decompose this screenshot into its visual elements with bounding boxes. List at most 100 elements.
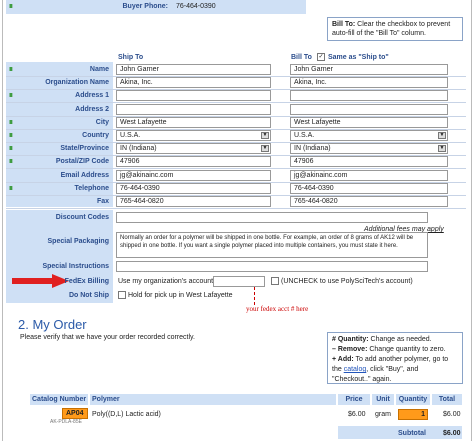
ship-fax-input[interactable]: 765-464-0820: [116, 196, 271, 207]
col-total: Total: [432, 394, 462, 405]
field-value: 76-464-0390: [120, 184, 160, 192]
field-label: Address 2: [75, 105, 109, 113]
field-label: City: [95, 118, 109, 126]
catalog-link[interactable]: catalog: [344, 366, 367, 373]
do-not-ship-label: Do Not Ship: [68, 292, 109, 299]
col-quantity: Quantity: [396, 394, 430, 405]
instructions-label: Special Instructions: [42, 263, 109, 270]
catalog-subcode: AK-PDLA-85E: [50, 419, 82, 425]
ship-country-select[interactable]: U.S.A. ▼: [116, 130, 271, 141]
same-as-ship-label: Same as "Ship to": [328, 54, 389, 61]
annotation-line: [254, 287, 255, 305]
help-add: + Add: To add another polymer, go to the…: [332, 356, 449, 383]
drag-handle-icon: ııı: [9, 132, 13, 139]
field-label: Telephone: [74, 184, 109, 192]
field-value: John Garner: [120, 66, 159, 73]
field-value: Akina, Inc.: [294, 79, 327, 87]
help-remove: – Remove: Change quantity to zero.: [332, 346, 446, 353]
ship-name-input[interactable]: John Garner: [116, 64, 271, 75]
field-value: 765-464-0820: [294, 198, 338, 205]
help-quantity: # Quantity: Change as needed.: [332, 336, 432, 343]
fedex-account-input[interactable]: [213, 276, 265, 287]
field-value: 47906: [294, 158, 314, 166]
row-unit: gram: [375, 411, 391, 418]
field-value: 76-464-0390: [294, 184, 334, 192]
fedex-uncheck-text: (UNCHECK to use PolySciTech's account): [281, 278, 413, 285]
col-price: Price: [338, 394, 370, 405]
field-label: Address 1: [75, 92, 109, 100]
polymer-name: Poly((D,L) Lactic acid): [92, 411, 161, 418]
field-label: Organization Name: [45, 79, 109, 87]
discount-input[interactable]: [116, 212, 428, 223]
col-polymer: Polymer: [90, 394, 336, 405]
field-label: Postal/ZIP Code: [55, 158, 109, 166]
ship-email-address-input[interactable]: jg@akinainc.com: [116, 169, 271, 181]
field-value: 765-464-0820: [120, 198, 164, 205]
field-value: U.S.A.: [120, 132, 141, 139]
ship-organization-name-input[interactable]: Akina, Inc.: [116, 77, 271, 89]
bill-organization-name-input[interactable]: Akina, Inc.: [290, 77, 448, 89]
fedex-text: Use my organization's account:: [118, 278, 216, 285]
quantity-input[interactable]: 1: [398, 409, 428, 420]
drag-handle-icon: ııı: [9, 118, 13, 126]
ship-state-province-select[interactable]: IN (Indiana) ▼: [116, 143, 271, 155]
buyer-phone-value: 76-464-0390: [176, 3, 216, 10]
drag-handle-icon: ııı: [9, 145, 13, 153]
order-subtitle: Please verify that we have your order re…: [20, 334, 195, 341]
field-label: Fax: [96, 198, 109, 205]
bill-note-bold: Bill To:: [332, 21, 356, 28]
bill-telephone-input[interactable]: 76-464-0390: [290, 182, 448, 194]
bill-postal-zip-code-input[interactable]: 47906: [290, 156, 448, 168]
row-price: $6.00: [348, 411, 366, 418]
chevron-down-icon[interactable]: ▼: [261, 145, 269, 153]
ship-telephone-input[interactable]: 76-464-0390: [116, 182, 271, 194]
buyer-phone-label: Buyer Phone:: [122, 3, 168, 10]
field-label: Country: [82, 132, 109, 139]
bill-address--input[interactable]: [290, 103, 448, 115]
bill-city-input[interactable]: West Lafayette: [290, 116, 448, 128]
ship-address--input[interactable]: [116, 90, 271, 102]
hold-pickup-text: Hold for pick up in West Lafayette: [128, 292, 233, 299]
drag-handle-icon: ııı: [9, 158, 13, 166]
bill-name-input[interactable]: John Garner: [290, 64, 448, 75]
packaging-textarea[interactable]: Normally an order for a polymer will be …: [116, 232, 428, 258]
fedex-annotation: your fedex acct # here: [246, 305, 309, 313]
field-value: West Lafayette: [120, 118, 167, 126]
ship-address--input[interactable]: [116, 103, 271, 115]
order-help-box: # Quantity: Change as needed. – Remove: …: [327, 332, 463, 384]
drag-handle-icon: ııı: [9, 66, 13, 73]
chevron-down-icon[interactable]: ▼: [438, 132, 446, 139]
drag-handle-icon: ııı: [9, 184, 13, 192]
field-value: West Lafayette: [294, 118, 341, 126]
chevron-down-icon[interactable]: ▼: [438, 145, 446, 153]
field-label: Name: [89, 66, 109, 73]
field-value: U.S.A.: [294, 132, 315, 139]
label-band-lower: [6, 210, 113, 303]
field-value: IN (Indiana): [294, 145, 331, 153]
packaging-label: Special Packaging: [47, 238, 109, 245]
row-divider: [6, 208, 466, 209]
hold-pickup-checkbox[interactable]: [118, 291, 126, 299]
field-value: 47906: [120, 158, 140, 166]
chevron-down-icon[interactable]: ▼: [261, 132, 269, 139]
bill-state-province-select[interactable]: IN (Indiana) ▼: [290, 143, 448, 155]
discount-label: Discount Codes: [55, 214, 109, 221]
ship-city-input[interactable]: West Lafayette: [116, 116, 271, 128]
ship-to-header: Ship To: [118, 54, 144, 61]
bill-country-select[interactable]: U.S.A. ▼: [290, 130, 448, 141]
order-title: 2. My Order: [18, 317, 87, 332]
drag-handle-icon: ııı: [9, 92, 13, 100]
bill-email-address-input[interactable]: jg@akinainc.com: [290, 169, 448, 181]
field-value: John Garner: [294, 66, 333, 73]
bill-fax-input[interactable]: 765-464-0820: [290, 196, 448, 207]
drag-handle-icon: ııı: [9, 3, 13, 10]
same-as-ship-checkbox[interactable]: ✓: [317, 53, 325, 61]
instructions-input[interactable]: [116, 261, 428, 272]
bill-address--input[interactable]: [290, 90, 448, 102]
ship-postal-zip-code-input[interactable]: 47906: [116, 156, 271, 168]
catalog-code-badge[interactable]: AP04: [62, 408, 88, 419]
field-label: Email Address: [60, 171, 109, 179]
fedex-uncheck-checkbox[interactable]: [271, 277, 279, 285]
subtotal-label: Subtotal: [398, 430, 426, 437]
row-total: $6.00: [443, 411, 461, 418]
